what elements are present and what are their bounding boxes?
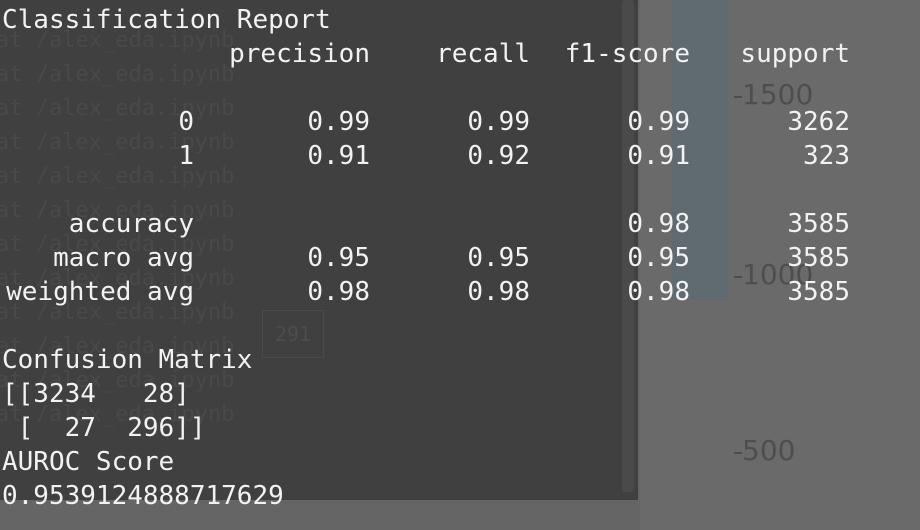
confusion-matrix-title: Confusion Matrix — [2, 345, 253, 375]
background-tick-mark — [734, 96, 742, 98]
row-f1-score: 0.98 — [627, 277, 690, 307]
row-support: 3585 — [787, 209, 850, 239]
row-precision: 0.91 — [307, 141, 370, 171]
header-f1-score: f1-score — [564, 39, 690, 69]
row-label: macro avg — [53, 243, 194, 273]
header-recall: recall — [436, 39, 530, 69]
row-support: 3585 — [787, 243, 850, 273]
ghost-text-box: 291 — [262, 310, 324, 358]
row-recall: 0.95 — [467, 243, 530, 273]
row-recall: 0.92 — [467, 141, 530, 171]
row-f1-score: 0.91 — [627, 141, 690, 171]
row-recall: 0.99 — [467, 107, 530, 137]
row-label: 0 — [178, 107, 194, 137]
background-tick-mark — [734, 452, 742, 454]
background-tick-label: 500 — [742, 434, 796, 467]
row-precision: 0.95 — [307, 243, 370, 273]
row-support: 3262 — [787, 107, 850, 137]
output-panel[interactable]: at /alex_eda.ipynb at /alex_eda.ipynb at… — [0, 0, 850, 511]
desktop: 1500 1000 500 at /alex_eda.ipynb at /ale… — [0, 0, 920, 530]
row-support: 3585 — [787, 277, 850, 307]
confusion-matrix-line: [[3234 28] — [2, 379, 190, 409]
row-precision: 0.99 — [307, 107, 370, 137]
report-title: Classification Report — [2, 5, 331, 35]
row-label: 1 — [178, 141, 194, 171]
row-label: weighted avg — [6, 277, 194, 307]
header-precision: precision — [229, 39, 370, 69]
row-precision: 0.98 — [307, 277, 370, 307]
row-support: 323 — [803, 141, 850, 171]
row-recall: 0.98 — [467, 277, 530, 307]
row-f1-score: 0.95 — [627, 243, 690, 273]
header-support: support — [740, 39, 850, 69]
row-f1-score: 0.98 — [627, 209, 690, 239]
row-f1-score: 0.99 — [627, 107, 690, 137]
row-label: accuracy — [68, 209, 194, 239]
auroc-title: AUROC Score — [2, 447, 175, 477]
auroc-value: 0.9539124888717629 — [2, 481, 284, 511]
confusion-matrix-line: [ 27 296]] — [2, 413, 206, 443]
